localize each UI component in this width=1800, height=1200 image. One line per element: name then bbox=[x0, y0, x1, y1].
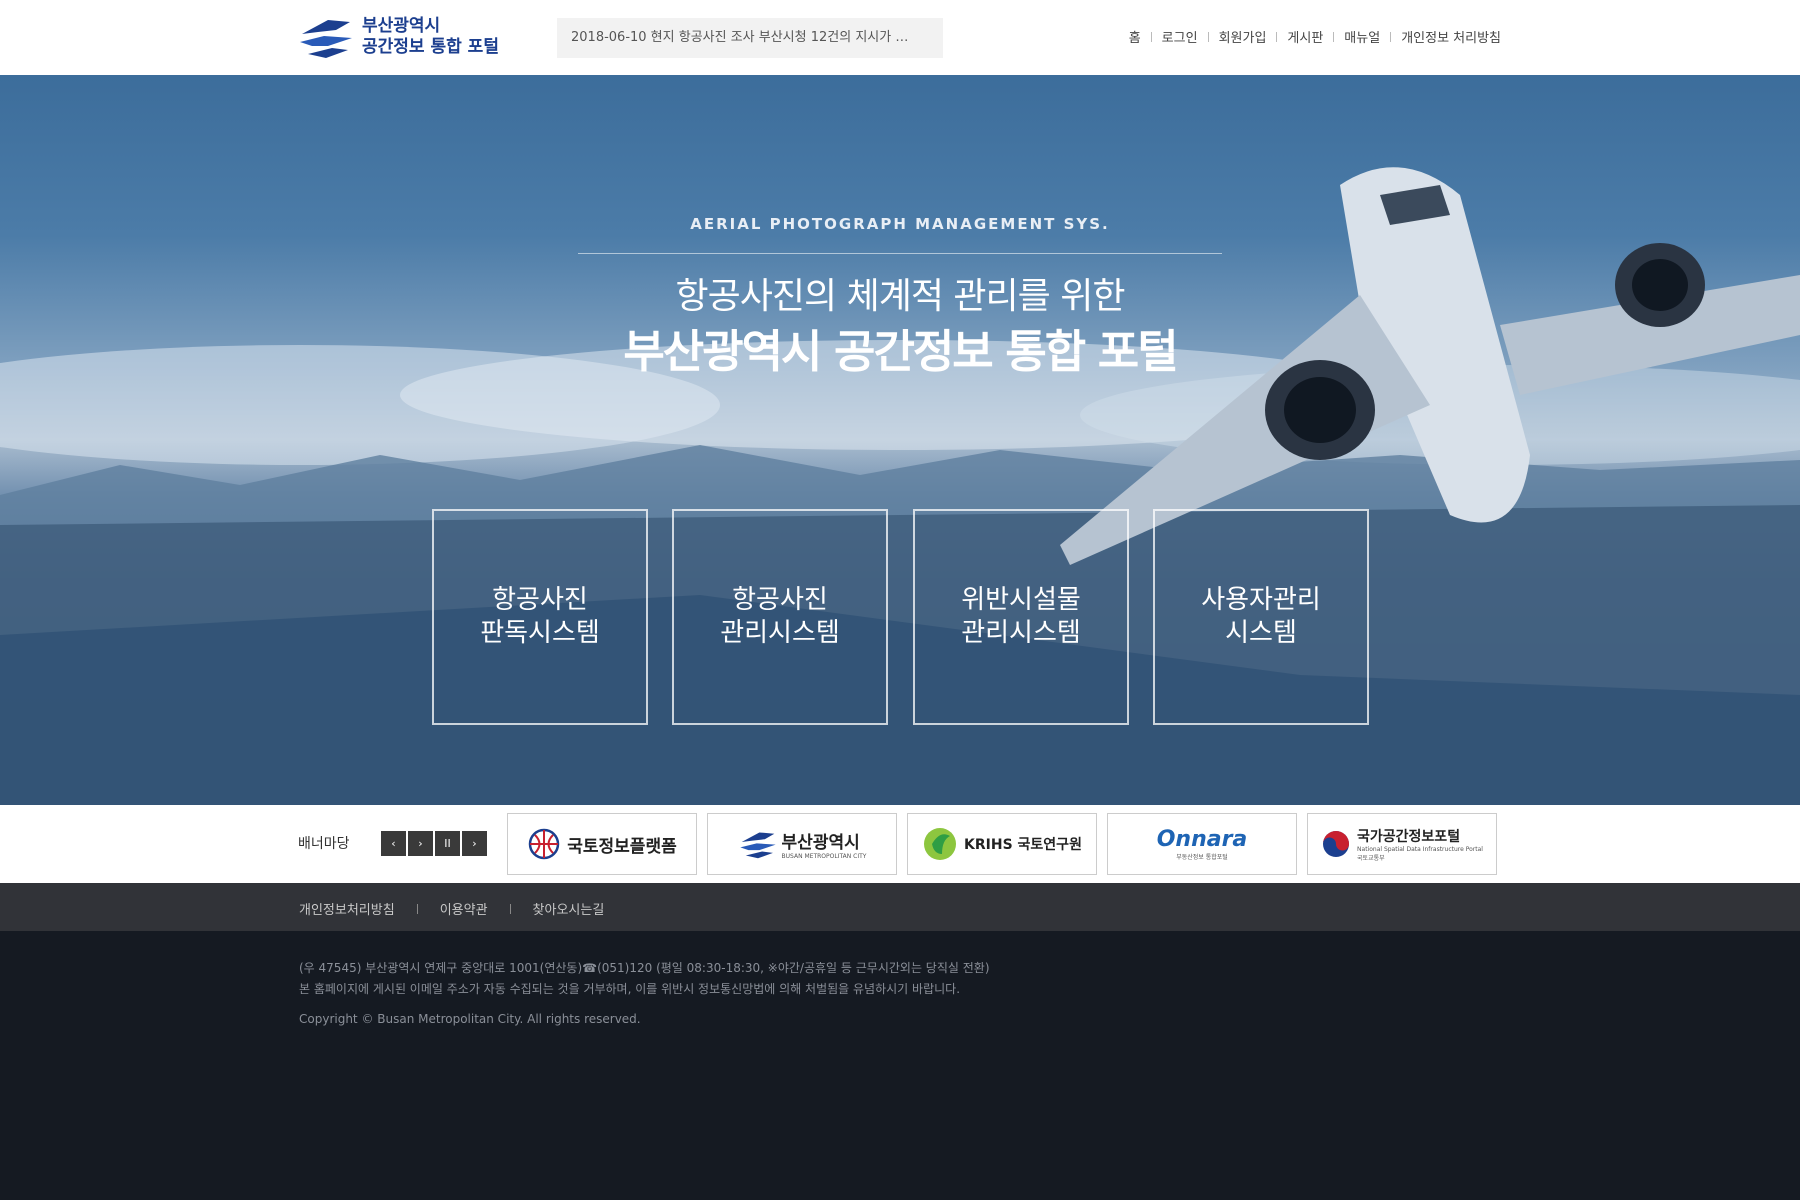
hero-title-line1: 항공사진의 체계적 관리를 위한 bbox=[675, 276, 1126, 317]
banner-link-sub: 국토교통부 bbox=[1357, 855, 1385, 862]
busan-logo-icon bbox=[298, 12, 354, 62]
system-aerial-management-button[interactable]: 항공사진 관리시스템 bbox=[672, 509, 888, 725]
nav-privacy[interactable]: 개인정보 처리방침 bbox=[1401, 27, 1501, 46]
system-label: 관리시스템 bbox=[720, 618, 840, 648]
hero-divider bbox=[578, 253, 1222, 254]
banner-link-label: Onnara bbox=[1156, 827, 1248, 852]
nav-divider bbox=[1390, 31, 1392, 42]
banner-link-busan[interactable]: 부산광역시 BUSAN METROPOLITAN CITY bbox=[707, 813, 897, 875]
globe-icon bbox=[529, 828, 560, 860]
footer-address: (우 47545) 부산광역시 연제구 중앙대로 1001(연산동)☎(051)… bbox=[299, 961, 990, 975]
banner-label: 배너마당 bbox=[298, 836, 350, 852]
banner-section: 배너마당 ‹ › II › 국토정보플랫폼 부산광역시 BUSAN METROP… bbox=[0, 805, 1800, 883]
banner-link-label: 국가공간정보포털 bbox=[1357, 829, 1461, 845]
hero-title-line2: 부산광역시 공간정보 통합 포털 bbox=[623, 325, 1178, 378]
system-label: 사용자관리 bbox=[1201, 585, 1321, 615]
system-label: 판독시스템 bbox=[480, 618, 600, 648]
footer-copyright: Copyright © Busan Metropolitan City. All… bbox=[299, 1012, 641, 1026]
site-logo[interactable]: 부산광역시 공간정보 통합 포털 bbox=[298, 12, 513, 62]
footer-email-notice: 본 홈페이지에 게시된 이메일 주소가 자동 수집되는 것을 거부하며, 이를 … bbox=[299, 982, 961, 996]
footer-link-terms[interactable]: 이용약관 bbox=[440, 899, 488, 918]
banner-link-sub: 부동산정보 통합포털 bbox=[1176, 854, 1228, 861]
busan-logo-icon bbox=[739, 832, 776, 859]
logo-line2: 공간정보 통합 포털 bbox=[362, 37, 499, 57]
nav-board[interactable]: 게시판 bbox=[1287, 27, 1323, 46]
system-user-management-button[interactable]: 사용자관리 시스템 bbox=[1153, 509, 1369, 725]
banner-link-sub: BUSAN METROPOLITAN CITY bbox=[781, 853, 867, 860]
nav-divider bbox=[1207, 31, 1209, 42]
taegeuk-icon bbox=[1323, 831, 1350, 857]
footer-divider bbox=[416, 903, 418, 914]
nav-login[interactable]: 로그인 bbox=[1162, 27, 1198, 46]
footer-info: (우 47545) 부산광역시 연제구 중앙대로 1001(연산동)☎(051)… bbox=[299, 958, 990, 1000]
footer-link-privacy[interactable]: 개인정보처리방침 bbox=[299, 899, 395, 918]
banner-link-onnara[interactable]: Onnara 부동산정보 통합포털 bbox=[1107, 813, 1297, 875]
hero-subtitle: AERIAL PHOTOGRAPH MANAGEMENT SYS. bbox=[690, 215, 1110, 233]
footer-divider bbox=[509, 903, 511, 914]
krihs-logo-icon bbox=[924, 828, 957, 860]
banner-next-button[interactable]: › bbox=[462, 831, 487, 856]
notice-ticker[interactable]: 2018-06-10 현지 항공사진 조사 부산시청 12건의 지시가 … bbox=[557, 18, 943, 58]
logo-line1: 부산광역시 bbox=[362, 16, 441, 36]
banner-link-label: 부산광역시 bbox=[781, 833, 860, 853]
system-label: 항공사진 bbox=[732, 585, 828, 615]
banner-link-label: 국토정보플랫폼 bbox=[567, 836, 677, 857]
system-label: 위반시설물 bbox=[961, 585, 1081, 615]
header: 부산광역시 공간정보 통합 포털 2018-06-10 현지 항공사진 조사 부… bbox=[0, 0, 1800, 75]
banner-link-label: KRIHS 국토연구원 bbox=[964, 837, 1082, 853]
system-label: 관리시스템 bbox=[961, 618, 1081, 648]
banner-link-sub2: National Spatial Data Infrastructure Por… bbox=[1357, 846, 1483, 853]
banner-play-button[interactable]: › bbox=[408, 831, 433, 856]
nav-divider bbox=[1276, 31, 1278, 42]
nav-home[interactable]: 홈 bbox=[1129, 27, 1141, 46]
hero-banner: AERIAL PHOTOGRAPH MANAGEMENT SYS. 항공사진의 … bbox=[0, 75, 1800, 805]
banner-link-nsdi[interactable]: 국가공간정보포털 National Spatial Data Infrastru… bbox=[1307, 813, 1497, 875]
banner-link-krihs[interactable]: KRIHS 국토연구원 bbox=[907, 813, 1097, 875]
system-label: 항공사진 bbox=[492, 585, 588, 615]
nav-divider bbox=[1150, 31, 1152, 42]
top-nav: 홈 로그인 회원가입 게시판 매뉴얼 개인정보 처리방침 bbox=[1129, 27, 1501, 46]
nav-manual[interactable]: 매뉴얼 bbox=[1344, 27, 1380, 46]
system-label: 시스템 bbox=[1225, 618, 1297, 648]
system-violation-management-button[interactable]: 위반시설물 관리시스템 bbox=[913, 509, 1129, 725]
nav-divider bbox=[1333, 31, 1335, 42]
banner-link-ngii[interactable]: 국토정보플랫폼 bbox=[507, 813, 697, 875]
aerial-background-image bbox=[0, 167, 1800, 805]
banner-controls: ‹ › II › bbox=[381, 831, 487, 856]
logo-text: 부산광역시 공간정보 통합 포털 bbox=[362, 16, 499, 58]
footer-link-directions[interactable]: 찾아오시는길 bbox=[533, 899, 605, 918]
banner-prev-button[interactable]: ‹ bbox=[381, 831, 406, 856]
footer-nav: 개인정보처리방침 이용약관 찾아오시는길 bbox=[0, 883, 1800, 931]
nav-signup[interactable]: 회원가입 bbox=[1219, 27, 1267, 46]
system-aerial-interpretation-button[interactable]: 항공사진 판독시스템 bbox=[432, 509, 648, 725]
banner-pause-button[interactable]: II bbox=[435, 831, 460, 856]
